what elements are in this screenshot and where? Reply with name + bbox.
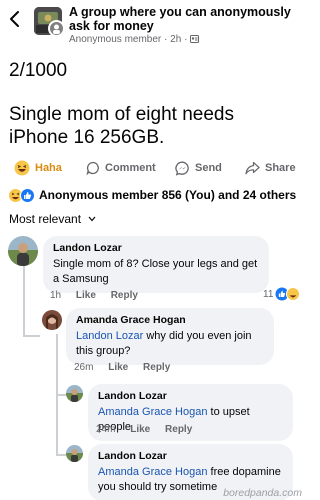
- post-time[interactable]: 2h: [170, 34, 181, 45]
- like-button[interactable]: Like: [130, 424, 150, 435]
- comment-bubble: Landon Lozar Single mom of 8? Close your…: [43, 236, 269, 293]
- reply-button[interactable]: Reply: [143, 362, 170, 373]
- comment-time[interactable]: 24m: [96, 424, 115, 435]
- reactions-text: Anonymous member 856 (You) and 24 others: [39, 188, 297, 202]
- comment-time[interactable]: 26m: [74, 362, 93, 373]
- comment-reaction-count[interactable]: 11: [263, 287, 301, 301]
- author-name[interactable]: Anonymous member: [69, 34, 161, 45]
- action-bar: Haha Comment Send Share: [0, 158, 305, 178]
- comment-sort-dropdown[interactable]: Most relevant: [9, 212, 96, 226]
- share-button[interactable]: Share: [245, 158, 296, 178]
- mention-link[interactable]: Amanda Grace Hogan: [98, 466, 207, 478]
- avatar[interactable]: [66, 445, 83, 462]
- comment-author[interactable]: Landon Lozar: [98, 450, 283, 463]
- members-privacy-icon: [190, 35, 200, 43]
- post-counter: 2/1000: [9, 60, 68, 81]
- comment-button[interactable]: Comment: [86, 158, 156, 178]
- mention-link[interactable]: Landon Lozar: [76, 330, 143, 342]
- like-reaction-icon: [20, 187, 35, 203]
- comment-author[interactable]: Amanda Grace Hogan: [76, 314, 264, 327]
- comment-author[interactable]: Landon Lozar: [53, 242, 259, 255]
- watermark: boredpanda.com: [223, 487, 302, 499]
- comment-text: Landon Lozar why did you even join this …: [76, 329, 264, 359]
- comment-label: Comment: [105, 162, 156, 174]
- avatar[interactable]: [42, 310, 62, 330]
- avatar[interactable]: [8, 236, 38, 266]
- comment-time[interactable]: 1h: [50, 290, 61, 301]
- send-button[interactable]: Send: [175, 158, 222, 178]
- thread-line: [56, 394, 66, 396]
- post-text-line-2: iPhone 16 256GB.: [9, 127, 165, 148]
- thread-line: [23, 335, 40, 337]
- mention-link[interactable]: Amanda Grace Hogan: [98, 406, 207, 418]
- anonymous-member-avatar: [48, 20, 65, 37]
- comment-meta: 1h Like Reply: [50, 290, 150, 301]
- haha-button[interactable]: Haha: [14, 158, 62, 178]
- comment-text: Single mom of 8? Close your legs and get…: [53, 258, 258, 285]
- reaction-count-value: 11: [263, 288, 274, 300]
- share-icon: [245, 161, 260, 175]
- post-text-line-1: Single mom of eight needs: [9, 104, 234, 125]
- haha-emoji-icon: [14, 160, 30, 176]
- haha-reaction-icon: [286, 287, 301, 301]
- post-header: A group where you can anonymously ask fo…: [0, 0, 305, 48]
- haha-label: Haha: [35, 162, 62, 174]
- comment-bubble: Amanda Grace Hogan Landon Lozar why did …: [66, 308, 274, 365]
- reactions-summary[interactable]: Anonymous member 856 (You) and 24 others: [8, 187, 296, 203]
- comment-meta: 24m Like Reply: [96, 424, 204, 435]
- messenger-icon: [175, 161, 189, 176]
- reply-button[interactable]: Reply: [111, 290, 138, 301]
- comment-meta: 26m Like Reply: [74, 362, 182, 373]
- back-chevron-icon[interactable]: [8, 10, 22, 28]
- post-subtitle: Anonymous member · 2h ·: [69, 34, 200, 45]
- avatar[interactable]: [66, 385, 83, 402]
- share-label: Share: [265, 162, 296, 174]
- group-name[interactable]: A group where you can anonymously ask fo…: [69, 5, 301, 33]
- like-button[interactable]: Like: [108, 362, 128, 373]
- comment-author[interactable]: Landon Lozar: [98, 390, 283, 403]
- reply-button[interactable]: Reply: [165, 424, 192, 435]
- comment-icon: [86, 161, 99, 175]
- chevron-down-icon: [88, 216, 96, 222]
- thread-line: [23, 265, 25, 335]
- thread-line: [56, 454, 66, 456]
- send-label: Send: [195, 162, 222, 174]
- sort-label: Most relevant: [9, 212, 82, 226]
- like-button[interactable]: Like: [76, 290, 96, 301]
